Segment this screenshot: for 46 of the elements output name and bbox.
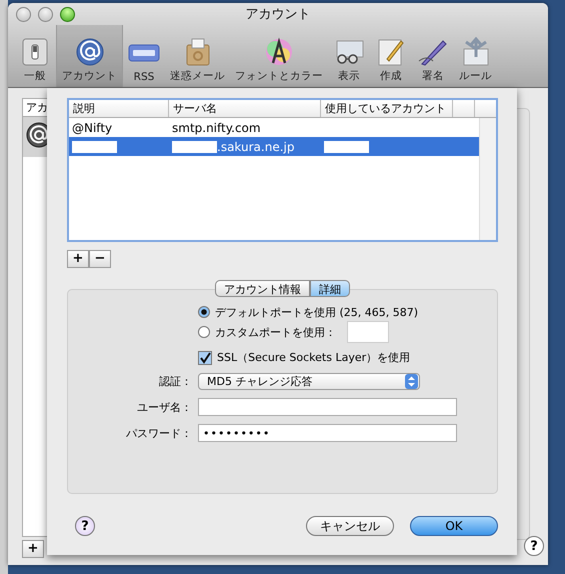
checkbox-label: SSL（Secure Sockets Layer）を使用 <box>217 350 410 365</box>
help-button[interactable]: ? <box>524 536 544 556</box>
radio-button[interactable] <box>198 326 210 338</box>
window-title: アカウント <box>246 6 310 23</box>
checkbox[interactable] <box>198 350 212 364</box>
radio-label: デフォルトポートを使用 (25, 465, 587) <box>215 304 418 320</box>
toolbar-tab[interactable]: ルール <box>454 25 497 87</box>
column-header[interactable]: 説明 <box>69 100 169 117</box>
zoom-button[interactable] <box>60 7 75 22</box>
table-cell: smtp.nifty.com <box>172 120 261 134</box>
add-account-button[interactable]: + <box>22 540 44 558</box>
toolbar-tab[interactable]: アカウント <box>56 25 123 87</box>
at-sign-icon <box>74 37 106 67</box>
table-cell: @Nifty <box>72 120 112 134</box>
close-button[interactable] <box>16 7 31 22</box>
toolbar-tab[interactable]: 迷惑メール <box>165 25 230 87</box>
remove-button[interactable]: − <box>89 250 111 268</box>
auth-dropdown[interactable]: MD5 チャレンジ応答 <box>198 373 420 390</box>
table-row[interactable]: @Nifty smtp.nifty.com <box>69 118 480 137</box>
toolbar-tab[interactable]: 表示 <box>328 25 370 87</box>
radio-label: カスタムポートを使用： <box>215 324 336 340</box>
cancel-button[interactable]: キャンセル <box>306 516 394 536</box>
toolbar-tab[interactable]: 一般 <box>14 25 56 87</box>
username-field[interactable] <box>198 398 457 416</box>
port-field[interactable] <box>347 321 389 343</box>
font-icon <box>263 37 295 67</box>
toolbar-tab[interactable]: RSS <box>123 25 165 87</box>
radio-button[interactable] <box>198 306 210 318</box>
help-button[interactable]: ? <box>75 516 95 536</box>
toolbar-tab[interactable]: 署名 <box>412 25 454 87</box>
field-label: ユーザ名： <box>136 400 192 414</box>
column-header[interactable]: サーバ名 <box>169 100 321 117</box>
minimize-button[interactable] <box>38 7 53 22</box>
field-label: 認証： <box>158 374 192 389</box>
toolbar-tab[interactable]: 作成 <box>370 25 412 87</box>
table-row[interactable]: .sakura.ne.jp <box>69 137 480 156</box>
field-label: パスワード： <box>125 426 192 440</box>
toolbar-tab[interactable]: フォントとカラー <box>230 25 328 87</box>
table-cell: .sakura.ne.jp <box>217 140 294 154</box>
stepper-arrows-icon <box>405 374 418 389</box>
column-header[interactable]: 使用しているアカウント <box>321 100 453 117</box>
tab[interactable]: 詳細 <box>310 280 350 297</box>
add-button[interactable]: + <box>67 250 89 268</box>
password-field[interactable]: ••••••••• <box>198 424 457 442</box>
ok-button[interactable]: OK <box>410 516 498 536</box>
tab[interactable]: アカウント情報 <box>215 280 310 297</box>
